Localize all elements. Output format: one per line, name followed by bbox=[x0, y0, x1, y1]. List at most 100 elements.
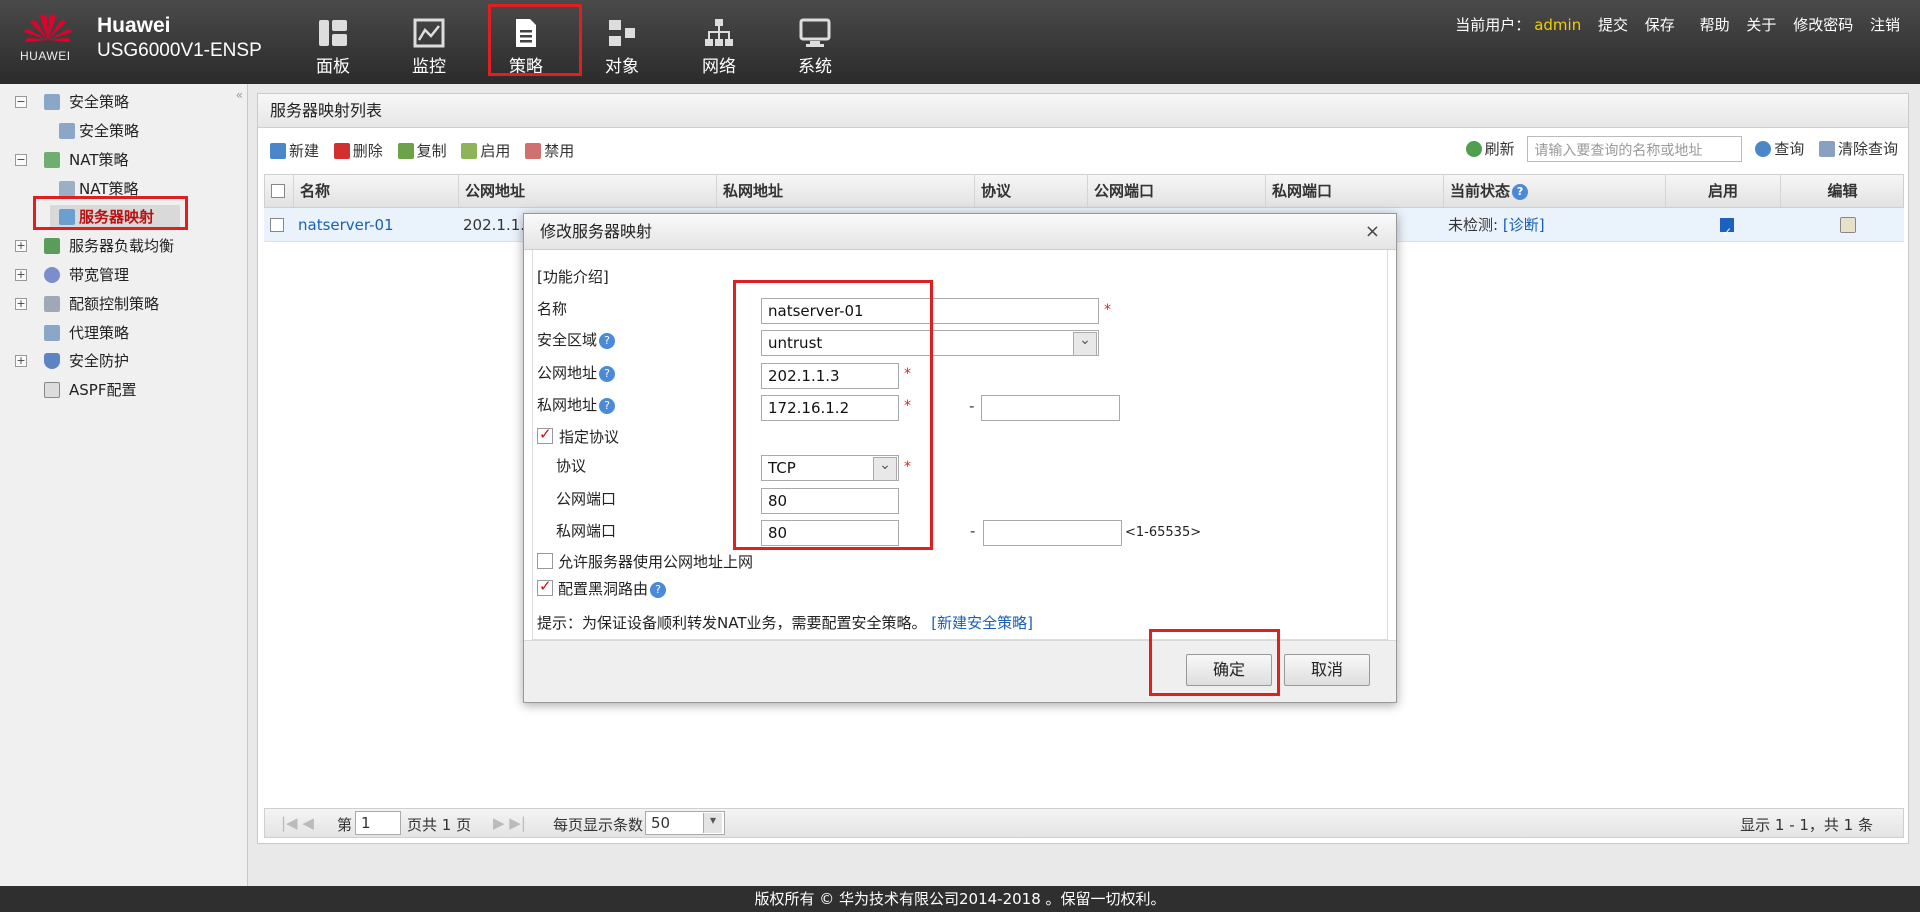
footer: 版权所有 © 华为技术有限公司2014-2018 。保留一切权利。 bbox=[0, 886, 1920, 912]
row-status-text: 未检测: bbox=[1448, 216, 1499, 234]
private-address-end-field[interactable] bbox=[981, 395, 1120, 421]
sidebar-item-label: ASPF配置 bbox=[69, 381, 137, 399]
query-button[interactable]: 查询 bbox=[1755, 140, 1804, 158]
toolbar: 新建 删除 复制 启用 禁用 bbox=[270, 140, 584, 164]
status-header-label: 当前状态 bbox=[1450, 182, 1511, 200]
quota-icon bbox=[44, 296, 60, 312]
expand-toggle-icon[interactable]: + bbox=[15, 355, 27, 367]
row-checkbox[interactable] bbox=[270, 218, 284, 232]
intro-link[interactable]: [功能介绍] bbox=[537, 266, 609, 287]
sidebar-item-security-protection[interactable]: + 安全防护 bbox=[0, 349, 240, 373]
per-page-select-wrap: 50 bbox=[645, 811, 725, 835]
help-icon[interactable]: ? bbox=[599, 333, 616, 349]
help-icon[interactable]: ? bbox=[599, 398, 616, 414]
pager-nav-first-prev[interactable]: |◀ ◀ bbox=[281, 814, 314, 832]
column-name[interactable]: 名称 bbox=[293, 175, 483, 207]
clear-query-button[interactable]: 清除查询 bbox=[1818, 139, 1898, 158]
blackhole-route-label: 配置黑洞路由? bbox=[558, 578, 667, 599]
help-icon[interactable]: ? bbox=[650, 582, 667, 598]
allow-server-checkbox[interactable] bbox=[537, 553, 553, 569]
help-icon[interactable]: ? bbox=[599, 366, 616, 382]
commit-link[interactable]: 提交 bbox=[1598, 16, 1628, 34]
collapse-toggle-icon[interactable]: − bbox=[15, 96, 27, 108]
nav-system[interactable]: 系统 bbox=[775, 18, 855, 77]
cancel-button[interactable]: 取消 bbox=[1284, 654, 1370, 686]
device-model: USG6000V1-ENSP bbox=[97, 40, 262, 61]
specify-protocol-label: 指定协议 bbox=[559, 428, 620, 446]
delete-button[interactable]: 删除 bbox=[333, 140, 383, 161]
edit-icon[interactable] bbox=[1840, 217, 1856, 233]
query-label: 查询 bbox=[1774, 139, 1805, 158]
nav-dashboard[interactable]: 面板 bbox=[293, 18, 373, 77]
expand-toggle-icon[interactable]: + bbox=[15, 240, 27, 252]
blackhole-route-checkbox[interactable] bbox=[537, 577, 553, 596]
nav-monitor[interactable]: 监控 bbox=[389, 18, 469, 77]
page-input[interactable]: 1 bbox=[355, 811, 401, 835]
pager-nav-next-last[interactable]: ▶ ▶| bbox=[493, 814, 526, 832]
disable-button[interactable]: 禁用 bbox=[525, 140, 574, 161]
column-public-port[interactable]: 公网端口 bbox=[1087, 175, 1265, 207]
nav-network[interactable]: 网络 bbox=[679, 18, 759, 77]
sidebar-item-aspf[interactable]: ASPF配置 bbox=[0, 378, 240, 402]
diagnose-link[interactable]: [诊断] bbox=[1503, 216, 1545, 234]
column-private-port[interactable]: 私网端口 bbox=[1265, 175, 1443, 207]
refresh-button[interactable]: 刷新 bbox=[1465, 140, 1515, 158]
sidebar-item-label: NAT策略 bbox=[69, 151, 129, 169]
clear-query-label: 清除查询 bbox=[1837, 139, 1898, 158]
row-name-link[interactable]: natserver-01 bbox=[292, 208, 394, 242]
per-page-select[interactable]: 50 bbox=[645, 811, 725, 835]
security-policy-icon bbox=[59, 123, 75, 139]
nav-object[interactable]: 对象 bbox=[582, 18, 662, 77]
help-link[interactable]: 帮助 bbox=[1700, 16, 1730, 34]
column-protocol[interactable]: 协议 bbox=[974, 175, 1087, 207]
sidebar-item-proxy-policy[interactable]: 代理策略 bbox=[0, 321, 240, 345]
column-edit[interactable]: 编辑 bbox=[1780, 175, 1904, 207]
sidebar-item-label: 安全防护 bbox=[69, 352, 130, 370]
sidebar-item-security-policy-group[interactable]: − 安全策略 bbox=[0, 90, 240, 114]
column-status[interactable]: 当前状态? bbox=[1443, 175, 1665, 207]
sidebar-item-security-policy[interactable]: 安全策略 bbox=[0, 119, 240, 143]
copy-button[interactable]: 复制 bbox=[397, 140, 447, 161]
specify-protocol-checkbox[interactable] bbox=[537, 425, 553, 444]
select-all-checkbox[interactable] bbox=[271, 184, 285, 198]
help-icon[interactable]: ? bbox=[1512, 184, 1529, 200]
sidebar-item-nat-policy-group[interactable]: − NAT策略 bbox=[0, 148, 240, 172]
row-select-cell bbox=[264, 208, 284, 242]
new-label: 新建 bbox=[289, 142, 320, 160]
page-suffix: 页共 1 页 bbox=[407, 816, 472, 834]
private-port-end-field[interactable] bbox=[983, 520, 1122, 546]
column-enabled[interactable]: 启用 bbox=[1665, 175, 1780, 207]
allow-server-label: 允许服务器使用公网地址上网 bbox=[558, 553, 754, 571]
expand-toggle-icon[interactable]: + bbox=[15, 298, 27, 310]
security-policy-icon bbox=[44, 94, 60, 110]
enable-button[interactable]: 启用 bbox=[461, 140, 510, 161]
protocol-label: 协议 bbox=[556, 457, 587, 475]
row-enabled-checkbox[interactable] bbox=[1720, 215, 1734, 249]
table-header: 名称 公网地址 私网地址 协议 公网端口 私网端口 当前状态? 启用 编辑 bbox=[264, 174, 1904, 208]
copy-icon bbox=[397, 143, 414, 159]
logout-link[interactable]: 注销 bbox=[1870, 16, 1900, 34]
dialog-title: 修改服务器映射 bbox=[540, 222, 653, 241]
close-icon[interactable]: × bbox=[1365, 214, 1380, 250]
row-edit-cell bbox=[1834, 208, 1859, 242]
collapse-toggle-icon[interactable]: − bbox=[15, 154, 27, 166]
expand-toggle-icon[interactable]: + bbox=[15, 269, 27, 281]
object-icon bbox=[609, 20, 635, 46]
sidebar-item-label: 带宽管理 bbox=[69, 266, 130, 284]
dialog-header: 修改服务器映射 × bbox=[524, 214, 1396, 250]
new-button[interactable]: 新建 bbox=[270, 140, 319, 161]
column-public-address[interactable]: 公网地址 bbox=[458, 175, 716, 207]
sidebar-item-server-load-balance[interactable]: + 服务器负载均衡 bbox=[0, 234, 240, 258]
about-link[interactable]: 关于 bbox=[1746, 16, 1776, 34]
bandwidth-icon bbox=[44, 267, 60, 283]
new-security-policy-link[interactable]: [新建安全策略] bbox=[931, 614, 1033, 632]
aspf-icon bbox=[44, 382, 60, 398]
column-private-address[interactable]: 私网地址 bbox=[716, 175, 974, 207]
current-user: admin bbox=[1534, 16, 1582, 34]
sidebar-item-quota-control[interactable]: + 配额控制策略 bbox=[0, 292, 240, 316]
sidebar-item-bandwidth[interactable]: + 带宽管理 bbox=[0, 263, 240, 287]
sidebar-item-label: 配额控制策略 bbox=[69, 295, 160, 313]
change-password-link[interactable]: 修改密码 bbox=[1793, 16, 1853, 34]
save-link[interactable]: 保存 bbox=[1645, 16, 1675, 34]
search-input[interactable]: 请输入要查询的名称或地址 bbox=[1527, 136, 1743, 162]
